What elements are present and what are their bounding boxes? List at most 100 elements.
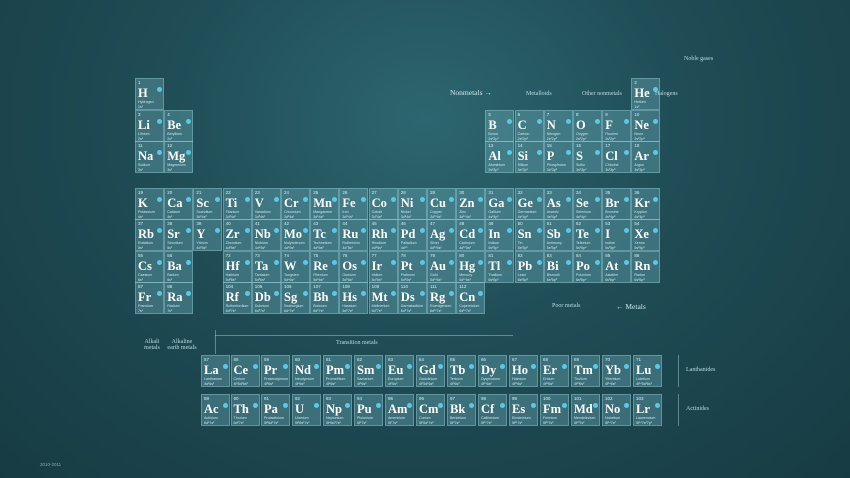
element-h[interactable]: 1 H Hydrogen 1s¹ — [135, 78, 164, 110]
element-cu[interactable]: 29 Cu Copper 3d¹⁰4s¹ — [427, 188, 456, 220]
element-no[interactable]: 102 No Nobelium 5f¹⁴7s² — [602, 394, 631, 426]
element-au[interactable]: 79 Au Gold 5d¹⁰6s¹ — [427, 251, 456, 283]
element-b[interactable]: 5 B Boron 2s²2p¹ — [485, 110, 515, 142]
element-fr[interactable]: 87 Fr Francium 7s¹ — [135, 282, 164, 314]
element-fm[interactable]: 100 Fm Fermium 5f¹²7s² — [540, 394, 569, 426]
element-mo[interactable]: 42 Mo Molybdenum 4d⁵5s¹ — [281, 219, 310, 251]
element-yb[interactable]: 70 Yb Ytterbium 4f¹⁴6s² — [602, 355, 631, 387]
element-fe[interactable]: 26 Fe Iron 3d⁶4s² — [339, 188, 369, 220]
element-pa[interactable]: 91 Pa Protactinium 5f²6d¹7s² — [261, 394, 290, 426]
element-ds[interactable]: 110 Ds Darmstadtium 6d⁹7s¹ — [397, 282, 427, 314]
element-sm[interactable]: 62 Sm Samarium 4f⁶6s² — [354, 355, 383, 387]
element-xe[interactable]: 54 Xe Xenon 5s²5p⁶ — [631, 219, 661, 251]
element-y[interactable]: 39 Y Yttrium 4d¹5s² — [193, 219, 223, 251]
element-ir[interactable]: 77 Ir Iridium 5d⁷6s² — [368, 251, 398, 283]
element-se[interactable]: 34 Se Selenium 4s²4p⁴ — [573, 188, 602, 220]
element-po[interactable]: 84 Po Polonium 6s²6p⁴ — [573, 251, 602, 283]
element-ni[interactable]: 28 Ni Nickel 3d⁸4s² — [397, 188, 427, 220]
element-cr[interactable]: 24 Cr Chromium 3d⁵4s¹ — [281, 188, 310, 220]
element-re[interactable]: 75 Re Rhenium 5d⁵6s² — [310, 251, 340, 283]
element-n[interactable]: 7 N Nitrogen 2s²2p³ — [543, 110, 573, 142]
element-ce[interactable]: 58 Ce Cerium 4f¹5d¹6s² — [230, 355, 260, 387]
element-np[interactable]: 93 Np Neptunium 5f⁴6d¹7s² — [323, 394, 352, 426]
element-hf[interactable]: 72 Hf Hafnium 5d²6s² — [222, 251, 252, 283]
element-f[interactable]: 9 F Fluorine 2s²2p⁵ — [602, 110, 632, 142]
element-v[interactable]: 23 V Vanadium 3d³4s² — [251, 188, 281, 220]
element-cf[interactable]: 98 Cf Californium 5f¹⁰7s² — [478, 394, 507, 426]
element-ge[interactable]: 32 Ge Germanium 4s²4p² — [514, 188, 544, 220]
element-at[interactable]: 85 At Astatine 6s²6p⁵ — [602, 251, 632, 283]
element-dy[interactable]: 66 Dy Dysprosium 4f¹⁰6s² — [478, 355, 507, 387]
element-mn[interactable]: 25 Mn Manganese 3d⁵4s² — [310, 188, 340, 220]
element-gd[interactable]: 64 Gd Gadolinium 4f⁷5d¹6s² — [416, 355, 445, 387]
element-ga[interactable]: 31 Ga Gallium 4s²4p¹ — [485, 188, 515, 220]
element-nd[interactable]: 60 Nd Neodymium 4f⁴6s² — [292, 355, 321, 387]
element-bh[interactable]: 107 Bh Bohrium 6d⁵7s² — [310, 282, 340, 314]
element-rg[interactable]: 111 Rg Roentgenium 6d¹⁰7s¹ — [427, 282, 456, 314]
element-be[interactable]: 4 Be Beryllium 2s² — [164, 110, 194, 142]
element-ho[interactable]: 67 Ho Holmium 4f¹¹6s² — [509, 355, 538, 387]
element-bk[interactable]: 97 Bk Berkelium 5f⁹7s² — [447, 394, 476, 426]
element-o[interactable]: 8 O Oxygen 2s²2p⁴ — [573, 110, 602, 142]
element-la[interactable]: 57 La Lanthanum 5d¹6s² — [201, 355, 230, 387]
element-si[interactable]: 14 Si Silicon 3s²3p² — [514, 141, 544, 173]
element-pd[interactable]: 46 Pd Palladium 4d¹⁰ — [397, 219, 427, 251]
element-ac[interactable]: 89 Ac Actinium 6d¹7s² — [201, 394, 230, 426]
element-ar[interactable]: 18 Ar Argon 3s²3p⁶ — [631, 141, 661, 173]
element-in[interactable]: 49 In Indium 5s²5p¹ — [485, 219, 515, 251]
element-tb[interactable]: 65 Tb Terbium 4f⁹6s² — [447, 355, 476, 387]
element-es[interactable]: 99 Es Einsteinium 5f¹¹7s² — [509, 394, 538, 426]
element-te[interactable]: 52 Te Tellurium 5s²5p⁴ — [573, 219, 602, 251]
element-sg[interactable]: 106 Sg Seaborgium 6d⁴7s² — [281, 282, 310, 314]
element-er[interactable]: 68 Er Erbium 4f¹²6s² — [540, 355, 569, 387]
element-am[interactable]: 95 Am Americium 5f⁷7s² — [385, 394, 414, 426]
element-eu[interactable]: 63 Eu Europium 4f⁷6s² — [385, 355, 414, 387]
element-bi[interactable]: 83 Bi Bismuth 6s²6p³ — [543, 251, 573, 283]
element-th[interactable]: 90 Th Thorium 6d²7s² — [230, 394, 260, 426]
element-c[interactable]: 6 C Carbon 2s²2p² — [514, 110, 544, 142]
element-tc[interactable]: 43 Tc Technetium 4d⁵5s² — [310, 219, 340, 251]
element-u[interactable]: 92 U Uranium 5f³6d¹7s² — [292, 394, 321, 426]
element-rb[interactable]: 37 Rb Rubidium 5s¹ — [135, 219, 164, 251]
element-ne[interactable]: 10 Ne Neon 2s²2p⁶ — [631, 110, 661, 142]
element-lr[interactable]: 103 Lr Lawrencium 5f¹⁴7s²7p¹ — [633, 394, 662, 426]
element-md[interactable]: 101 Md Mendelevium 5f¹³7s² — [571, 394, 600, 426]
element-ba[interactable]: 56 Ba Barium 6s² — [164, 251, 194, 283]
element-rn[interactable]: 86 Rn Radon 6s²6p⁶ — [631, 251, 661, 283]
element-ag[interactable]: 47 Ag Silver 4d¹⁰5s¹ — [427, 219, 456, 251]
element-pb[interactable]: 82 Pb Lead 6s²6p² — [514, 251, 544, 283]
element-i[interactable]: 53 I Iodine 5s²5p⁵ — [602, 219, 632, 251]
element-lu[interactable]: 71 Lu Lutetium 4f¹⁴5d¹6s² — [633, 355, 662, 387]
element-tl[interactable]: 81 Tl Thallium 6s²6p¹ — [485, 251, 515, 283]
element-nb[interactable]: 41 Nb Niobium 4d⁴5s¹ — [251, 219, 281, 251]
element-cs[interactable]: 55 Cs Caesium 6s¹ — [135, 251, 164, 283]
element-na[interactable]: 11 Na Sodium 3s¹ — [135, 141, 164, 173]
element-al[interactable]: 13 Al Aluminium 3s²3p¹ — [485, 141, 515, 173]
element-br[interactable]: 35 Br Bromine 4s²4p⁵ — [602, 188, 632, 220]
element-mg[interactable]: 12 Mg Magnesium 3s² — [164, 141, 194, 173]
element-sc[interactable]: 21 Sc Scandium 3d¹4s² — [193, 188, 223, 220]
element-ti[interactable]: 22 Ti Titanium 3d²4s² — [222, 188, 252, 220]
element-os[interactable]: 76 Os Osmium 5d⁶6s² — [339, 251, 369, 283]
element-pm[interactable]: 61 Pm Promethium 4f⁵6s² — [323, 355, 352, 387]
element-ra[interactable]: 88 Ra Radium 7s² — [164, 282, 194, 314]
element-sr[interactable]: 38 Sr Strontium 5s² — [164, 219, 194, 251]
element-tm[interactable]: 69 Tm Thulium 4f¹³6s² — [571, 355, 600, 387]
element-w[interactable]: 74 W Tungsten 5d⁴6s² — [281, 251, 310, 283]
element-pt[interactable]: 78 Pt Platinum 5d⁹6s¹ — [397, 251, 427, 283]
element-cm[interactable]: 96 Cm Curium 5f⁷6d¹7s² — [416, 394, 445, 426]
element-pu[interactable]: 94 Pu Plutonium 5f⁶7s² — [354, 394, 383, 426]
element-cl[interactable]: 17 Cl Chlorine 3s²3p⁵ — [602, 141, 632, 173]
element-sb[interactable]: 51 Sb Antimony 5s²5p³ — [543, 219, 573, 251]
element-hs[interactable]: 108 Hs Hassium 6d⁶7s² — [339, 282, 369, 314]
element-ru[interactable]: 44 Ru Ruthenium 4d⁷5s¹ — [339, 219, 369, 251]
element-cd[interactable]: 48 Cd Cadmium 4d¹⁰5s² — [456, 219, 486, 251]
element-ta[interactable]: 73 Ta Tantalum 5d³6s² — [251, 251, 281, 283]
element-k[interactable]: 19 K Potassium 4s¹ — [135, 188, 164, 220]
element-li[interactable]: 3 Li Lithium 2s¹ — [135, 110, 164, 142]
element-cn[interactable]: 112 Cn Copernicium 6d¹⁰7s² — [456, 282, 486, 314]
element-as[interactable]: 33 As Arsenic 4s²4p³ — [543, 188, 573, 220]
element-zn[interactable]: 30 Zn Zinc 3d¹⁰4s² — [456, 188, 486, 220]
element-mt[interactable]: 109 Mt Meitnerium 6d⁷7s² — [368, 282, 398, 314]
element-zr[interactable]: 40 Zr Zirconium 4d²5s² — [222, 219, 252, 251]
